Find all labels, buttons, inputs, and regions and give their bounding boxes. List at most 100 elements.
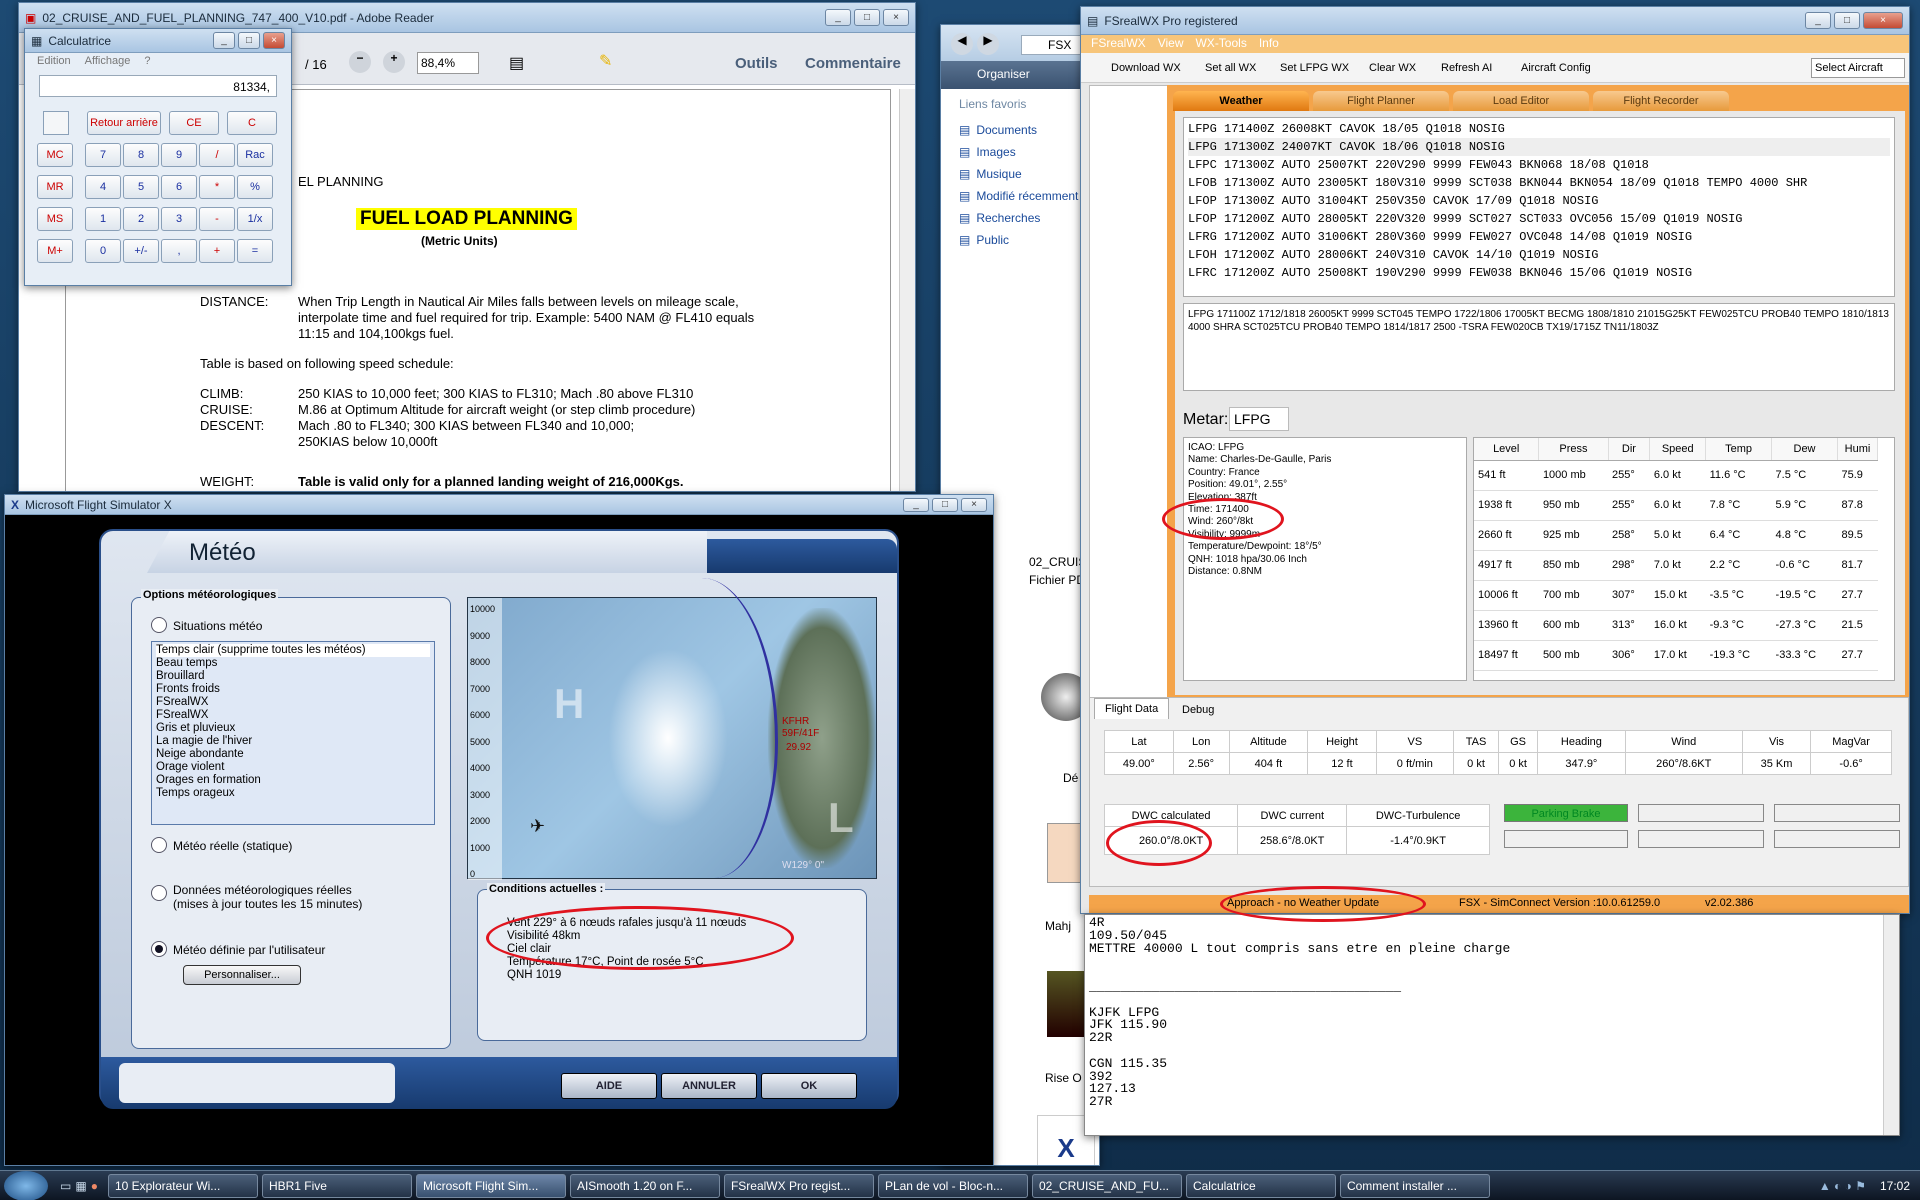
calc-key[interactable]: 8 [123,143,159,167]
menu-edition[interactable]: Edition [37,55,71,69]
radio-real-live[interactable] [151,885,167,901]
weather-list-item[interactable]: FSrealWX [156,696,430,709]
tab-flight-recorder[interactable]: Flight Recorder [1593,91,1729,111]
comment-icon[interactable]: ✎ [599,51,612,71]
weather-list-item[interactable]: Gris et pluvieux [156,722,430,735]
taskbar-item[interactable]: 10 Explorateur Wi... [107,1173,258,1198]
calc-key[interactable]: 7 [85,143,121,167]
metar-line[interactable]: LFOH 171200Z AUTO 28006KT 240V310 CAVOK … [1188,246,1890,264]
radio-user-defined[interactable] [151,941,167,957]
calc-key[interactable]: * [199,175,235,199]
back-icon[interactable]: ◀ [951,33,973,55]
weather-list-item[interactable]: Temps orageux [156,787,430,800]
menu-help[interactable]: ? [144,55,150,69]
tab-flight-planner[interactable]: Flight Planner [1313,91,1449,111]
metar-line[interactable]: LFPG 171400Z 26008KT CAVOK 18/05 Q1018 N… [1188,120,1890,138]
weather-list[interactable]: Temps clair (supprime toutes les météos)… [151,641,435,825]
metar-line[interactable]: LFOP 171300Z AUTO 31004KT 250V350 CAVOK … [1188,192,1890,210]
calc-key[interactable]: MS [37,207,73,231]
tab-debug[interactable]: Debug [1172,700,1224,720]
metar-line[interactable]: LFRG 171200Z AUTO 31006KT 280V360 9999 F… [1188,228,1890,246]
quicklaunch-switch-icon[interactable]: ▦ [75,1179,86,1193]
weather-list-item[interactable]: FSrealWX [156,709,430,722]
metar-icao-input[interactable]: LFPG [1229,407,1289,431]
favorite-item[interactable]: ▤ Public [959,229,1099,251]
weather-list-item[interactable]: Beau temps [156,657,430,670]
weather-list-item[interactable]: Temps clair (supprime toutes les météos) [156,644,430,657]
notepad-text[interactable]: 4R 109.50/045 METTRE 40000 L tout compris … [1089,916,1879,1109]
metar-line[interactable]: LFPC 171300Z AUTO 25007KT 220V290 9999 F… [1188,156,1890,174]
calc-key[interactable]: % [237,175,273,199]
personalize-button[interactable]: Personnaliser... [183,965,301,985]
tab-weather[interactable]: Weather [1173,91,1309,111]
notepad-scrollbar[interactable] [1883,915,1899,1135]
menu-fsrealwx[interactable]: FSrealWX [1091,36,1146,52]
metar-line[interactable]: LFOP 171200Z AUTO 28005KT 220V320 9999 S… [1188,210,1890,228]
metar-line[interactable]: LFPG 171300Z 24007KT CAVOK 18/06 Q1018 N… [1188,138,1890,156]
sounding-header[interactable]: Press [1538,438,1609,461]
calc-key[interactable]: Rac [237,143,273,167]
metar-list[interactable]: LFPG 171400Z 26008KT CAVOK 18/05 Q1018 N… [1183,117,1895,297]
maximize-button[interactable]: □ [1834,12,1860,29]
print-icon[interactable]: ▤ [509,53,524,73]
menu-view[interactable]: View [1158,36,1184,52]
sounding-header[interactable]: Temp [1705,438,1773,461]
metar-line[interactable]: LFRC 171200Z AUTO 25008KT 190V290 9999 F… [1188,264,1890,282]
calc-key[interactable]: M+ [37,239,73,263]
minimize-button[interactable]: _ [213,32,235,49]
calc-titlebar[interactable]: ▦ Calculatrice _ □ × [25,29,291,53]
minimize-button[interactable]: _ [903,497,929,512]
set-lfpg-wx-button[interactable]: Set LFPG WX [1280,62,1349,74]
weather-list-item[interactable]: Neige abondante [156,748,430,761]
minimize-button[interactable]: _ [1805,12,1831,29]
close-button[interactable]: × [883,9,909,26]
radio-situations[interactable] [151,617,167,633]
sounding-header[interactable]: Dir [1608,438,1651,461]
file-name[interactable]: 02_CRUIS [1029,555,1086,569]
metar-line[interactable]: LFOB 171300Z AUTO 23005KT 180V310 9999 S… [1188,174,1890,192]
weather-list-item[interactable]: La magie de l'hiver [156,735,430,748]
quicklaunch-firefox-icon[interactable]: ● [91,1179,98,1193]
taskbar-item[interactable]: AISmooth 1.20 on F... [569,1173,720,1198]
calc-key[interactable]: , [161,239,197,263]
calc-key[interactable]: MR [37,175,73,199]
calc-key[interactable]: 6 [161,175,197,199]
weather-list-item[interactable]: Orage violent [156,761,430,774]
maximize-button[interactable]: □ [932,497,958,512]
zoom-out-icon[interactable]: − [349,51,371,73]
download-wx-button[interactable]: Download WX [1111,62,1181,74]
calc-key[interactable]: 0 [85,239,121,263]
zoom-in-icon[interactable]: + [383,51,405,73]
help-button[interactable]: AIDE [561,1073,657,1099]
select-aircraft-dropdown[interactable]: Select Aircraft [1811,58,1905,78]
calc-key[interactable]: / [199,143,235,167]
favorite-item[interactable]: ▤ Documents [959,119,1099,141]
menu-info[interactable]: Info [1259,36,1279,52]
calc-key[interactable]: = [237,239,273,263]
minimize-button[interactable]: _ [825,9,851,26]
favorite-item[interactable]: ▤ Recherches [959,207,1099,229]
close-button[interactable]: × [1863,12,1903,29]
tab-load-editor[interactable]: Load Editor [1453,91,1589,111]
clear-wx-button[interactable]: Clear WX [1369,62,1416,74]
cancel-button[interactable]: ANNULER [661,1073,757,1099]
fsrealwx-titlebar[interactable]: ▤ FSrealWX Pro registered _ □ × [1081,7,1909,35]
set-all-wx-button[interactable]: Set all WX [1205,62,1256,74]
maximize-button[interactable]: □ [238,32,260,49]
adobe-scrollbar[interactable] [899,89,915,491]
calc-key[interactable]: 1 [85,207,121,231]
weather-list-item[interactable]: Orages en formation [156,774,430,787]
favorite-item[interactable]: ▤ Modifié récemment [959,185,1099,207]
taskbar-item[interactable]: 02_CRUISE_AND_FU... [1031,1173,1182,1198]
menu-affichage[interactable]: Affichage [85,55,131,69]
calc-key[interactable]: - [199,207,235,231]
start-button[interactable] [4,1170,48,1200]
sounding-header[interactable]: Speed [1649,438,1707,461]
taskbar-item[interactable]: FSrealWX Pro regist... [723,1173,874,1198]
sounding-header[interactable]: Humi [1837,438,1879,461]
refresh-ai-button[interactable]: Refresh AI [1441,62,1492,74]
zoom-field[interactable]: 88,4% [417,52,479,74]
forward-icon[interactable]: ▶ [977,33,999,55]
taskbar-item[interactable]: Microsoft Flight Sim... [415,1173,566,1198]
calc-key[interactable]: + [199,239,235,263]
